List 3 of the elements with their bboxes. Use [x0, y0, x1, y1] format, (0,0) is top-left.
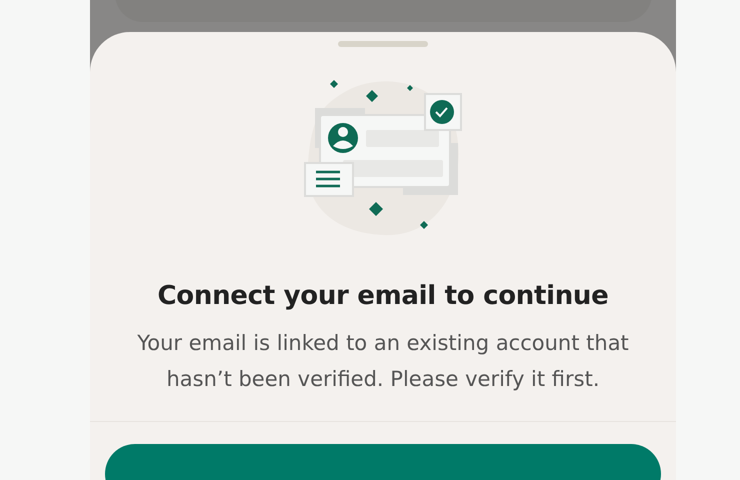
drag-handle[interactable] [338, 41, 428, 47]
sheet-title: Connect your email to continue [158, 281, 608, 311]
sheet-message: Your email is linked to an existing account that hasn’t been verified. Please verify it first. [136, 330, 630, 393]
